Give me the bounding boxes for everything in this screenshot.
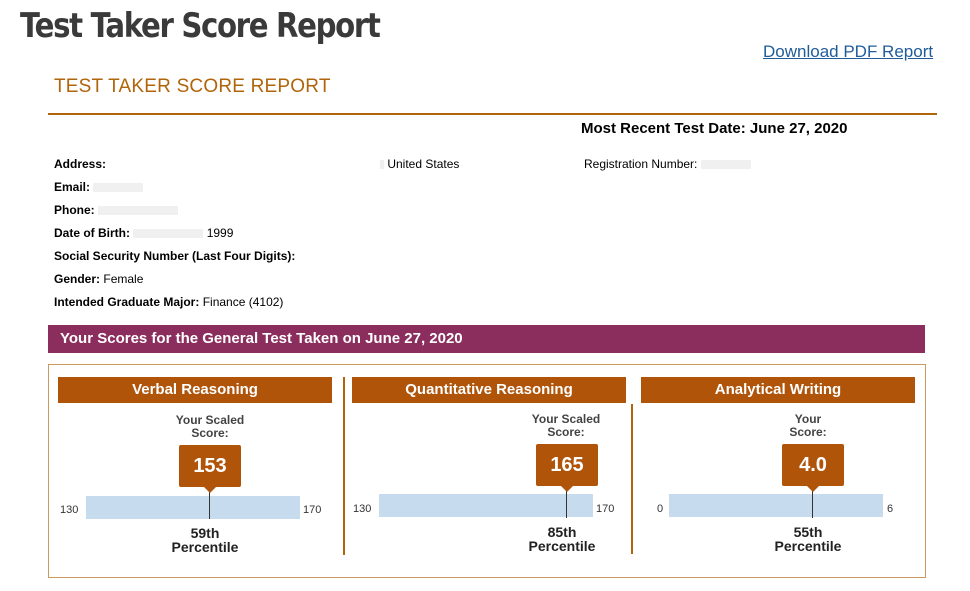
panel-separator (343, 377, 345, 555)
analytical-writing-header: Analytical Writing (641, 377, 915, 403)
verbal-scale-min: 130 (60, 504, 79, 516)
scores-section-bar: Your Scores for the General Test Taken o… (48, 325, 925, 353)
percentile-label: Percentile (528, 538, 596, 554)
percentile-value: 55th (793, 524, 823, 540)
quant-scale-bar (379, 494, 593, 517)
redacted-value (98, 206, 179, 216)
percentile-value: 59th (190, 525, 220, 541)
quantitative-reasoning-header: Quantitative Reasoning (352, 377, 626, 403)
scores-section-title: Your Scores for the General Test Taken o… (60, 330, 463, 347)
redacted-value (700, 160, 751, 170)
redacted-value (93, 183, 144, 193)
score-label-line: Score: (547, 425, 585, 439)
writing-scale-bar (669, 494, 883, 517)
email-row: Email: (54, 180, 144, 194)
score-label-line: Score: (191, 426, 229, 440)
panel-separator (631, 404, 633, 554)
page-title: Test Taker Score Report (20, 6, 381, 46)
address-row: Address: (54, 157, 106, 171)
heading-divider (48, 113, 937, 115)
verbal-scale-bar (86, 496, 300, 519)
writing-percentile: 55th Percentile (748, 525, 868, 553)
quant-scale-max: 170 (596, 503, 615, 515)
phone-label: Phone: (54, 203, 95, 217)
address-country: United States (387, 157, 460, 171)
percentile-label: Percentile (774, 538, 842, 554)
dob-year: 1999 (206, 226, 234, 240)
dob-label: Date of Birth: (54, 226, 130, 240)
writing-scale-max: 6 (887, 503, 894, 515)
download-pdf-link[interactable]: Download PDF Report (763, 42, 933, 62)
gender-row: Gender: Female (54, 272, 143, 286)
registration-row: Registration Number: (584, 157, 751, 171)
verbal-percentile: 59th Percentile (145, 526, 265, 554)
quant-scale-min: 130 (353, 503, 372, 515)
dob-row: Date of Birth: 1999 (54, 226, 233, 240)
major-value: Finance (4102) (202, 295, 284, 309)
ssn-label: Social Security Number (Last Four Digits… (54, 249, 296, 263)
email-label: Email: (54, 180, 91, 194)
writing-scale-min: 0 (657, 503, 664, 515)
writing-score-label: Your Score: (748, 413, 868, 439)
gender-label: Gender: (54, 272, 101, 286)
verbal-score-label: Your Scaled Score: (150, 414, 270, 440)
writing-score-value: 4.0 (782, 444, 844, 492)
major-label: Intended Graduate Major: (54, 295, 200, 309)
registration-label: Registration Number: (584, 157, 698, 171)
address-country-row: United States (380, 157, 459, 171)
percentile-label: Percentile (171, 539, 239, 555)
address-label: Address: (54, 157, 107, 171)
gender-value: Female (103, 272, 144, 286)
verbal-scale-max: 170 (303, 504, 322, 516)
score-label-line: Score: (789, 425, 827, 439)
redacted-value (380, 160, 384, 170)
redacted-value (133, 229, 204, 239)
most-recent-test-date: Most Recent Test Date: June 27, 2020 (581, 120, 848, 137)
report-heading: TEST TAKER SCORE REPORT (54, 76, 331, 97)
percentile-value: 85th (547, 524, 577, 540)
quant-score-value: 165 (536, 444, 598, 492)
verbal-reasoning-header: Verbal Reasoning (58, 377, 332, 403)
quant-percentile: 85th Percentile (502, 525, 622, 553)
verbal-score-value: 153 (179, 445, 241, 493)
phone-row: Phone: (54, 203, 179, 217)
ssn-row: Social Security Number (Last Four Digits… (54, 249, 295, 263)
major-row: Intended Graduate Major: Finance (4102) (54, 295, 283, 309)
quant-score-label: Your Scaled Score: (506, 413, 626, 439)
